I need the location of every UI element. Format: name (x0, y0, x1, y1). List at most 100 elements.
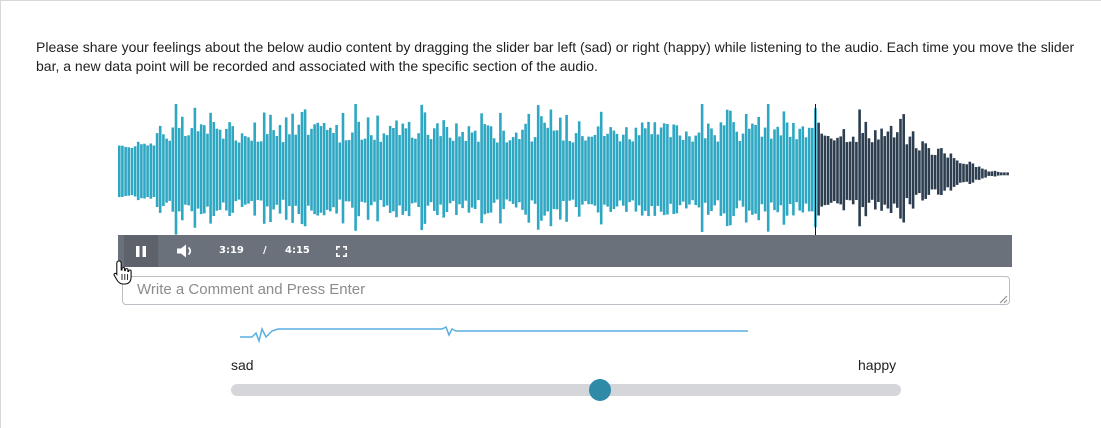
waveform-bar (250, 140, 253, 201)
resize-grip-icon[interactable] (997, 293, 1008, 304)
waveform-bar (949, 153, 953, 191)
waveform-bar (691, 141, 694, 201)
hand-pointer-icon (113, 260, 132, 285)
waveform-bar (228, 122, 231, 216)
waveform-bar (237, 142, 241, 200)
waveform-bar (514, 132, 518, 208)
waveform-bar (571, 142, 575, 200)
waveform-bar (536, 105, 540, 230)
waveform-bar (540, 116, 543, 221)
waveform-bar (313, 124, 316, 215)
waveform-bar (593, 134, 597, 206)
waveform-bar (222, 138, 225, 203)
waveform-bar (703, 138, 707, 203)
fullscreen-button[interactable] (333, 235, 349, 267)
waveform-bar (987, 171, 990, 176)
emotion-sparkline (240, 325, 748, 344)
comment-input[interactable] (122, 276, 1010, 305)
waveform-bar (965, 164, 968, 182)
waveform-bar (858, 109, 861, 227)
audio-waveform[interactable] (118, 104, 1012, 235)
waveform-bar (256, 141, 260, 201)
waveform-bar (962, 163, 965, 183)
waveform-bar (842, 129, 846, 211)
waveform-bar (719, 122, 723, 216)
waveform-bar (946, 157, 949, 188)
waveform-bar (902, 114, 905, 223)
waveform-bar (407, 121, 411, 217)
waveform-bar (911, 131, 915, 209)
waveform-bar (618, 141, 622, 201)
time-separator: / (263, 245, 267, 256)
waveform-bar (325, 129, 329, 210)
waveform-bar (817, 122, 820, 216)
waveform-bar (943, 153, 946, 191)
instructions-text: Please share your feelings about the bel… (36, 39, 1075, 74)
waveform-bar (748, 128, 751, 211)
waveform-bar (612, 130, 616, 210)
waveform-bar (669, 137, 672, 204)
waveform-bar (461, 131, 464, 209)
waveform-bar (401, 123, 405, 215)
waveform-bar (653, 122, 657, 216)
waveform-bar (486, 125, 490, 214)
waveform-bar (889, 125, 893, 213)
waveform-bar (647, 121, 650, 217)
waveform-bar (757, 116, 760, 221)
waveform-bar (877, 139, 880, 202)
waveform-bar (672, 124, 675, 214)
waveform-bar (666, 124, 669, 215)
emotion-slider-track[interactable] (231, 384, 901, 396)
waveform-bar (284, 117, 288, 220)
waveform-bar (707, 123, 710, 215)
waveform-bar (316, 122, 319, 216)
waveform-bar (729, 110, 732, 226)
waveform-bar (659, 127, 663, 212)
waveform-bar (218, 129, 222, 210)
waveform-bar (269, 114, 272, 222)
waveform-bar (773, 129, 776, 211)
waveform-bar (329, 127, 332, 212)
waveform-bar (760, 136, 764, 205)
waveform-bar (281, 142, 285, 200)
waveform-bar (165, 138, 168, 203)
volume-button[interactable] (174, 235, 196, 267)
waveform-bar (259, 141, 263, 201)
waveform-bar (398, 135, 401, 206)
waveform-bar (744, 114, 748, 223)
waveform-bar (206, 133, 209, 207)
waveform-bar (177, 127, 181, 212)
waveform-bar (335, 125, 338, 214)
waveform-bar (555, 130, 559, 210)
waveform-bar (990, 171, 994, 176)
waveform-bar (477, 141, 480, 201)
waveform-bar (981, 168, 984, 179)
waveform-bar (603, 136, 606, 205)
waveform-bar (584, 140, 587, 202)
waveform-bar (574, 133, 578, 208)
waveform-bar (559, 117, 562, 220)
waveform-bar (193, 107, 197, 228)
waveform-bar (247, 137, 250, 204)
waveform-bar (968, 161, 972, 184)
waveform-bar (357, 121, 360, 217)
waveform-bar (429, 139, 433, 203)
waveform-bar (521, 129, 524, 210)
waveform-bar (685, 131, 688, 209)
waveform-bar (199, 124, 203, 215)
waveform-bar (738, 141, 742, 201)
waveform-bar (426, 134, 430, 206)
waveform-bar (845, 142, 849, 200)
waveform-bar (354, 104, 357, 231)
waveform-bar (782, 111, 786, 225)
waveform-bar (423, 112, 427, 224)
waveform-bar (174, 104, 178, 235)
waveform-bar (921, 141, 924, 201)
emotion-slider-thumb[interactable] (588, 379, 611, 401)
waveform-bar (779, 135, 783, 206)
waveform-bar (382, 133, 386, 207)
waveform-bar (332, 133, 335, 208)
waveform-bar (121, 145, 124, 197)
waveform-bar (694, 135, 697, 206)
waveform-bar (146, 145, 149, 198)
